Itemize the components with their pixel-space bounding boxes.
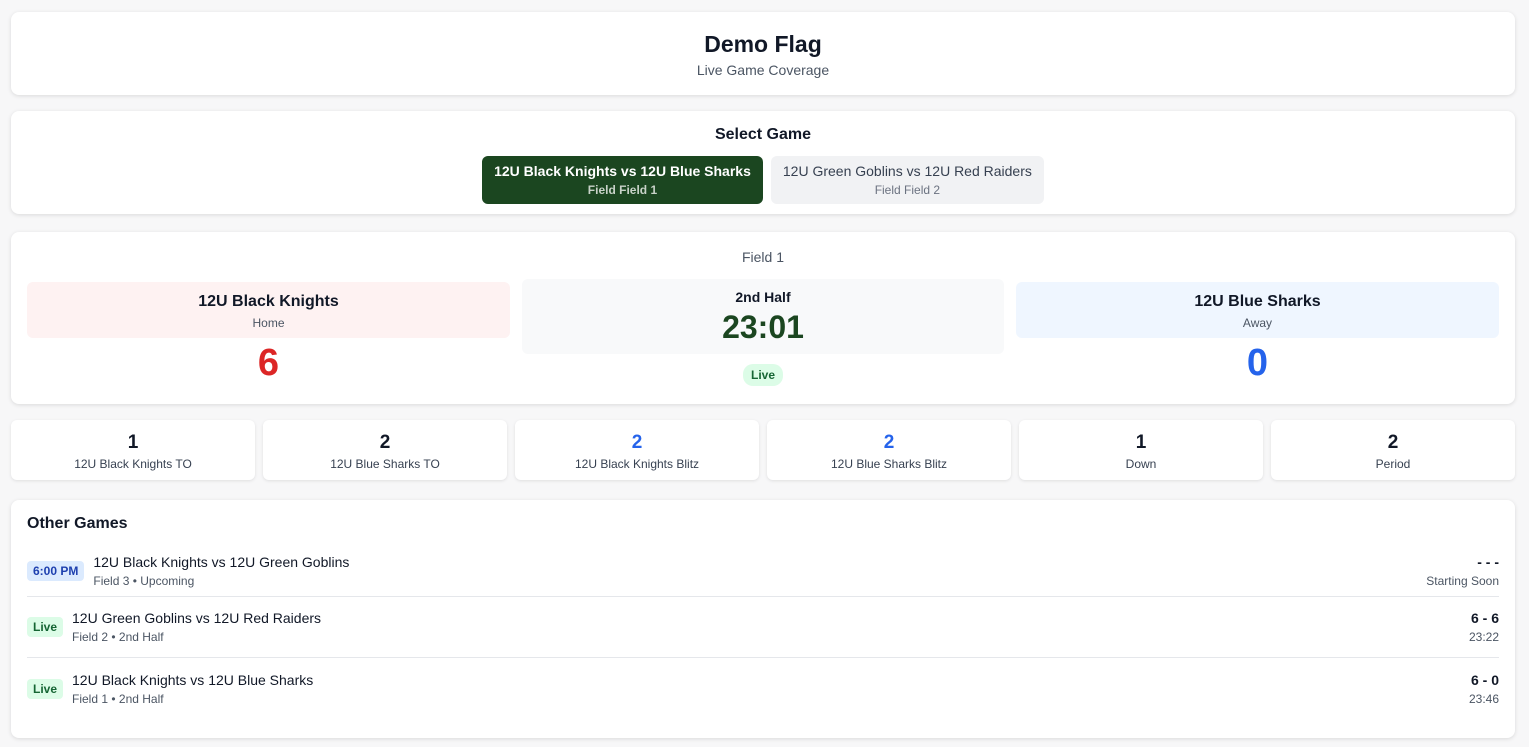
- stat-label: 12U Black Knights TO: [74, 457, 192, 471]
- stat-away-timeouts: 2 12U Blue Sharks TO: [263, 420, 507, 480]
- game-time: 23:46: [1468, 691, 1499, 706]
- start-time-badge: 6:00 PM: [27, 560, 85, 581]
- stats-row: 1 12U Black Knights TO 2 12U Blue Sharks T…: [11, 420, 1515, 480]
- select-game-title: Select Game: [714, 126, 812, 143]
- stat-value: 1: [127, 432, 139, 453]
- game-subtitle: Field 3 • Upcoming: [93, 573, 195, 588]
- game-list-item[interactable]: 6:00 PM 12U Black Knights vs 12U Green G…: [27, 545, 1499, 597]
- game-button-label: 12U Black Knights vs 12U Blue Sharks: [494, 163, 751, 179]
- other-games-card: Other Games 6:00 PM 12U Black Knights vs…: [11, 500, 1515, 738]
- home-team: 12U Black Knights Home: [27, 282, 510, 338]
- stat-value: 1: [1135, 432, 1147, 453]
- stat-home-blitz: 2 12U Black Knights Blitz: [515, 420, 759, 480]
- page-subtitle: Live Game Coverage: [696, 62, 830, 78]
- game-time: 23:22: [1468, 630, 1499, 644]
- scoreboard-card: Field 1 12U Black Knights Home 6 2nd Half…: [11, 232, 1515, 404]
- stat-period: 2 Period: [1271, 420, 1515, 480]
- game-button-label: 12U Green Goblins vs 12U Red Raiders: [782, 163, 1032, 179]
- stat-label: Down: [1125, 457, 1157, 471]
- game-time: Starting Soon: [1426, 573, 1499, 588]
- field-label: Field 1: [741, 249, 785, 265]
- stat-value: 2: [379, 432, 391, 453]
- stat-label: 12U Blue Sharks Blitz: [830, 457, 948, 471]
- live-badge: Live: [27, 617, 64, 637]
- live-badge: Live: [27, 678, 64, 699]
- live-status-badge: Live: [742, 364, 783, 386]
- away-team: 12U Blue Sharks Away: [1016, 282, 1499, 338]
- stat-down: 1 Down: [1019, 420, 1263, 480]
- stat-value: 2: [1387, 432, 1399, 453]
- select-game-card: Select Game 12U Black Knights vs 12U Blu…: [11, 111, 1515, 214]
- game-score: 6 - 0: [1470, 671, 1499, 688]
- other-games-title: Other Games: [27, 515, 128, 532]
- stat-value: 2: [883, 432, 895, 453]
- home-label: Home: [252, 316, 285, 330]
- away-label: Away: [1242, 316, 1273, 330]
- stat-away-blitz: 2 12U Blue Sharks Blitz: [767, 420, 1011, 480]
- stat-label: Period: [1375, 457, 1411, 471]
- away-team-name: 12U Blue Sharks: [1194, 293, 1321, 310]
- game-score: - - -: [1477, 553, 1499, 570]
- page-title: Demo Flag: [704, 31, 822, 57]
- game-subtitle: Field 1 • 2nd Half: [72, 691, 164, 706]
- home-score: 6: [257, 342, 280, 384]
- game-title: 12U Black Knights vs 12U Blue Sharks: [72, 671, 314, 688]
- home-team-name: 12U Black Knights: [198, 293, 339, 310]
- period-label: 2nd Half: [735, 289, 791, 305]
- stat-label: 12U Black Knights Blitz: [574, 457, 700, 471]
- header-card: Demo Flag Live Game Coverage: [11, 12, 1515, 95]
- game-clock-panel: 2nd Half 23:01: [522, 279, 1004, 354]
- game-clock: 23:01: [722, 309, 804, 345]
- game-button-selected[interactable]: 12U Black Knights vs 12U Blue Sharks Fiel…: [482, 156, 763, 204]
- game-subtitle: Field 2 • 2nd Half: [72, 630, 164, 644]
- game-button[interactable]: 12U Green Goblins vs 12U Red Raiders Fiel…: [770, 156, 1044, 204]
- away-score: 0: [1246, 342, 1269, 384]
- game-list-item[interactable]: Live 12U Green Goblins vs 12U Red Raider…: [27, 597, 1499, 658]
- game-score: 6 - 6: [1470, 610, 1499, 626]
- stat-value: 2: [631, 432, 643, 453]
- game-title: 12U Green Goblins vs 12U Red Raiders: [72, 610, 322, 626]
- game-button-field: Field Field 2: [874, 183, 941, 197]
- game-list-item[interactable]: Live 12U Black Knights vs 12U Blue Shark…: [27, 658, 1499, 719]
- stat-home-timeouts: 1 12U Black Knights TO: [11, 420, 255, 480]
- game-title: 12U Black Knights vs 12U Green Goblins: [93, 553, 350, 570]
- game-button-field: Field Field 1: [587, 183, 658, 197]
- stat-label: 12U Blue Sharks TO: [330, 457, 440, 471]
